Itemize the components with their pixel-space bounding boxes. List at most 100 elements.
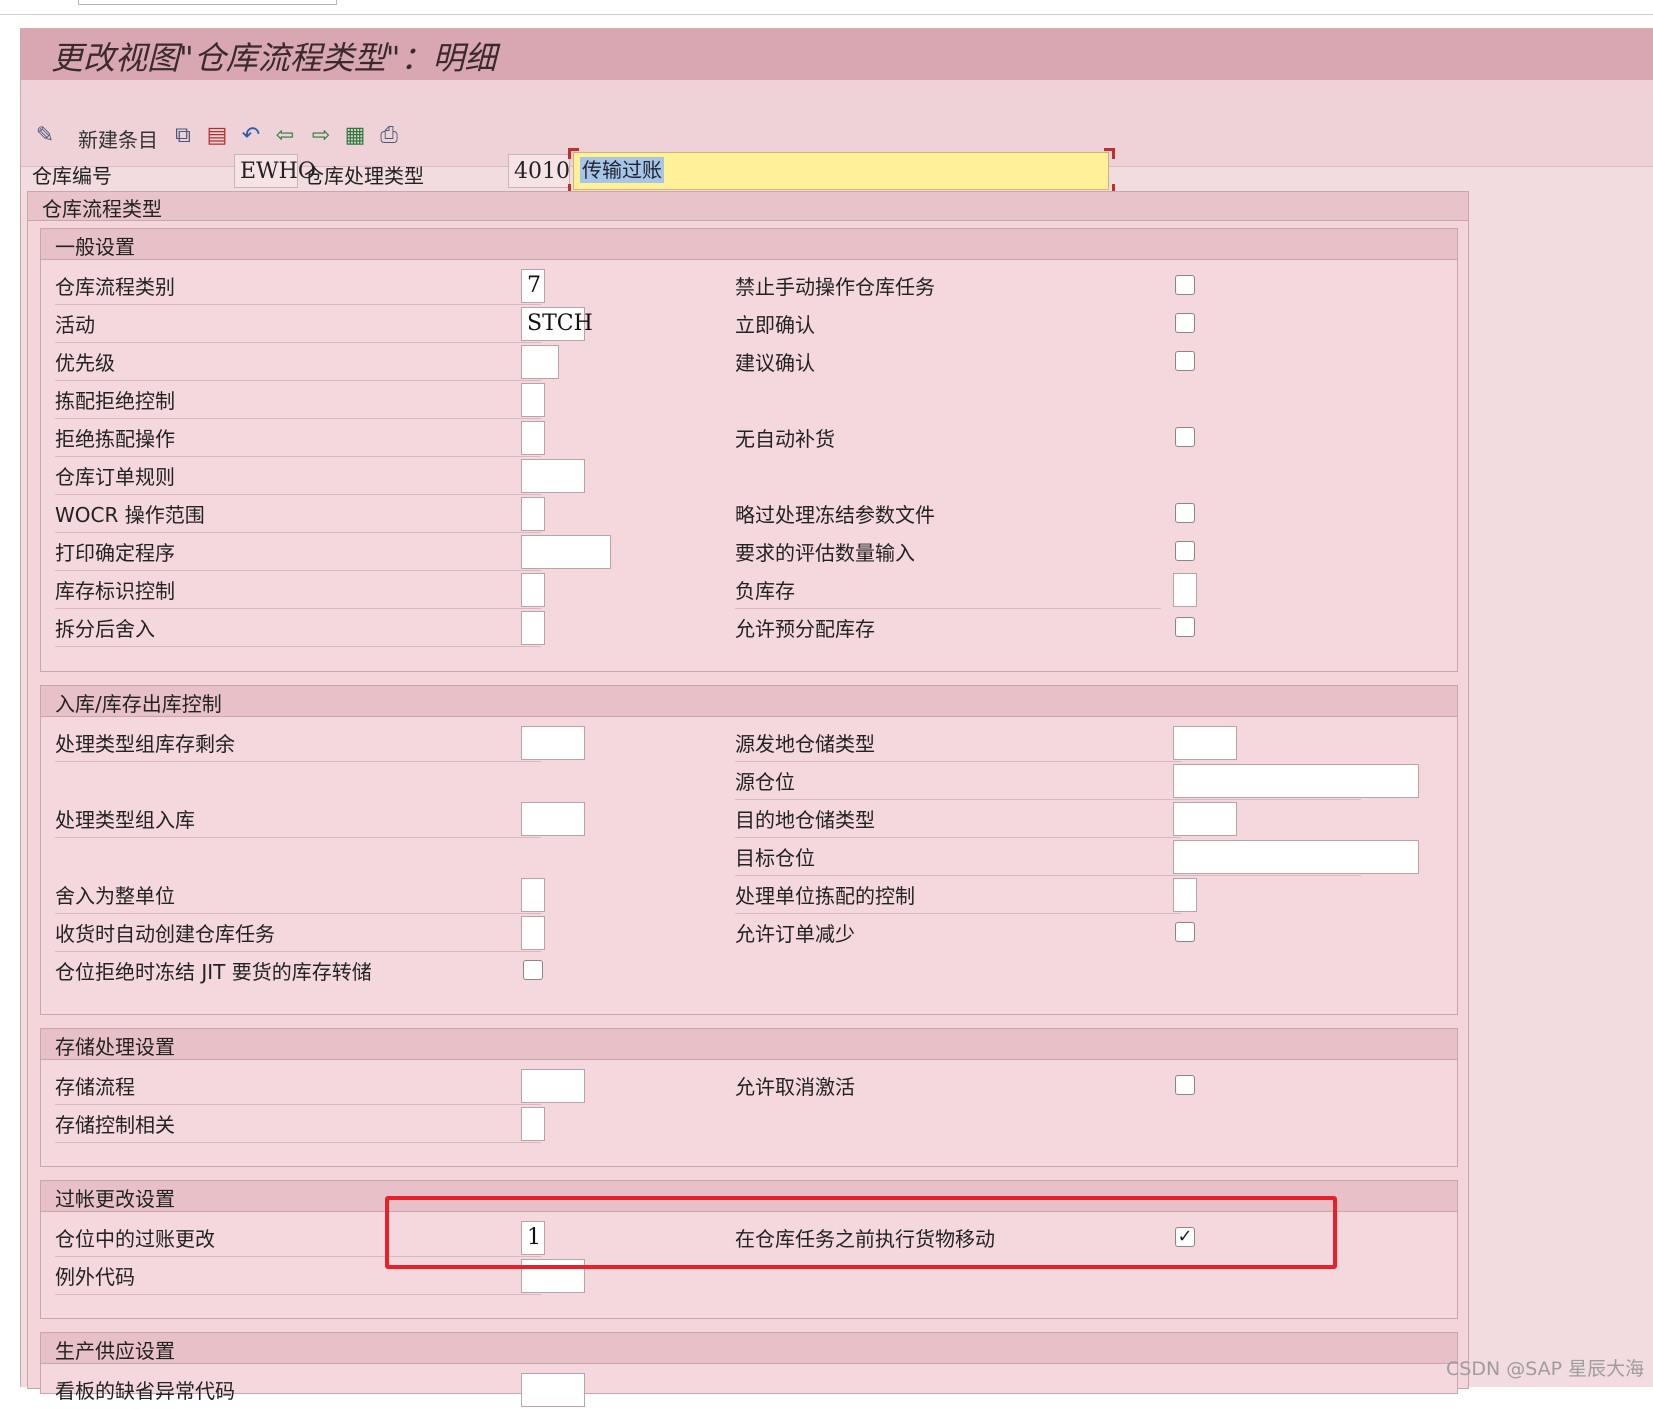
print-icon[interactable]: ⎙ (375, 122, 403, 150)
field-row: 负库存 (721, 571, 1197, 609)
field-row: 略过处理冻结参数文件 (721, 495, 1195, 533)
auto-create-wt-gr-input[interactable] (521, 916, 545, 950)
jit-block-checkbox[interactable] (523, 960, 543, 980)
field-row: 舍入为整单位 (41, 876, 545, 914)
field-label: 源仓位 (735, 770, 795, 794)
field-label: 立即确认 (735, 313, 815, 337)
pick-denial-action-input[interactable] (521, 421, 545, 455)
field-row: 禁止手动操作仓库任务 (721, 267, 1195, 305)
field-row: 目的地仓储类型 (721, 800, 1361, 838)
no-auto-replenish-checkbox[interactable] (1175, 427, 1195, 447)
field-row: 仓位拒绝时冻结 JIT 要货的库存转储 (41, 952, 543, 990)
field-label: 打印确定程序 (55, 541, 175, 565)
warehouse-number-field[interactable]: EWHO (234, 154, 316, 188)
watermark: CSDN @SAP 星辰大海 (1446, 1358, 1645, 1380)
previous-entry-icon[interactable]: ⇦ (271, 122, 299, 150)
field-row: 要求的评估数量输入 (721, 533, 1195, 571)
dest-storage-type-input[interactable] (1173, 802, 1237, 836)
ptg-putaway-input[interactable] (521, 802, 585, 836)
preallocated-stock-checkbox[interactable] (1175, 617, 1195, 637)
field-label: 仓位中的过账更改 (55, 1227, 215, 1251)
field-label: 拣配拒绝控制 (55, 389, 175, 413)
rounding-after-split-input[interactable] (521, 611, 545, 645)
dest-bin-input[interactable] (1173, 840, 1419, 874)
storage-control-relevant-input[interactable] (521, 1107, 545, 1141)
edit-pencil-icon[interactable]: ✎ (31, 122, 59, 150)
hu-picking-control-input[interactable] (1173, 878, 1197, 912)
field-label: 优先级 (55, 351, 115, 375)
description-field[interactable]: 传输过账 (573, 152, 1109, 190)
process-type-field[interactable]: 4010 (508, 154, 570, 188)
group-production-supply: 生产供应设置 看板的缺省异常代码 (40, 1332, 1458, 1407)
warehouse-order-rule-input[interactable] (521, 459, 585, 493)
process-type-label: 仓库处理类型 (304, 164, 424, 188)
field-row: 源仓位 (721, 762, 1419, 800)
wocr-activity-area-input[interactable] (521, 497, 545, 531)
field-row: 活动 STCH (41, 305, 593, 343)
field-row: 无自动补货 (721, 419, 1195, 457)
field-label: 允许预分配库存 (735, 617, 875, 641)
print-determination-input[interactable] (521, 535, 611, 569)
field-label: 要求的评估数量输入 (735, 541, 915, 565)
field-label: 拒绝拣配操作 (55, 427, 175, 451)
field-label: 处理单位拣配的控制 (735, 884, 915, 908)
process-category-input[interactable]: 7 (521, 269, 545, 303)
description-text: 传输过账 (580, 157, 664, 183)
activity-input[interactable]: STCH (521, 307, 593, 341)
negative-stock-input[interactable] (1173, 573, 1197, 607)
valuation-qty-checkbox[interactable] (1175, 541, 1195, 561)
annotation-highlight-box (385, 1196, 1337, 1269)
immediate-confirm-checkbox[interactable] (1175, 313, 1195, 333)
propose-confirm-checkbox[interactable] (1175, 351, 1195, 371)
field-label: 处理类型组入库 (55, 808, 195, 832)
field-label: WOCR 操作范围 (55, 503, 205, 527)
round-whole-units-input[interactable] (521, 878, 545, 912)
group-header: 入库/库存出库控制 (41, 686, 1457, 717)
copy-icon[interactable]: ⧉ (169, 122, 197, 150)
source-bin-input[interactable] (1173, 764, 1419, 798)
field-label: 库存标识控制 (55, 579, 175, 603)
field-label: 拆分后舍入 (55, 617, 155, 641)
no-manual-wt-checkbox[interactable] (1175, 275, 1195, 295)
warehouse-number-label: 仓库编号 (32, 164, 112, 188)
priority-input[interactable] (521, 345, 559, 379)
new-entries-button[interactable]: 新建条目 (78, 124, 158, 153)
next-entry-icon[interactable]: ⇨ (307, 122, 335, 150)
group-general: 一般设置 仓库流程类别 7 活动 STCH 优先级 拣配拒绝控制 拒绝拣配操作 仓库… (40, 228, 1458, 672)
field-row: 收货时自动创建仓库任务 (41, 914, 545, 952)
field-row: 立即确认 (721, 305, 1195, 343)
field-row: 仓库订单规则 (41, 457, 585, 495)
stock-id-control-input[interactable] (521, 573, 545, 607)
container-title: 仓库流程类型 (42, 197, 162, 221)
pick-denial-control-input[interactable] (521, 383, 545, 417)
field-row: 看板的缺省异常代码 (41, 1371, 585, 1409)
field-label: 处理类型组库存剩余 (55, 732, 235, 756)
group-header: 生产供应设置 (41, 1333, 1457, 1364)
field-row: 拆分后舍入 (41, 609, 545, 647)
order-reduction-checkbox[interactable] (1175, 922, 1195, 942)
field-label: 允许订单减少 (735, 922, 855, 946)
kanban-exception-code-input[interactable] (521, 1373, 585, 1407)
field-row: 拣配拒绝控制 (41, 381, 545, 419)
source-storage-type-input[interactable] (1173, 726, 1237, 760)
field-label: 存储控制相关 (55, 1113, 175, 1137)
page-title: 更改视图"仓库流程类型"：明细 (51, 39, 497, 77)
storage-process-input[interactable] (521, 1069, 585, 1103)
group-inbound-outbound: 入库/库存出库控制 处理类型组库存剩余 处理类型组入库 舍入为整单位 收货时自动… (40, 685, 1458, 1015)
skip-block-profile-checkbox[interactable] (1175, 503, 1195, 523)
field-row: 打印确定程序 (41, 533, 611, 571)
field-label: 仓库订单规则 (55, 465, 175, 489)
select-all-icon[interactable]: ▦ (341, 122, 369, 150)
group-header: 一般设置 (41, 229, 1457, 260)
focus-corner (1104, 148, 1115, 159)
field-row: 仓库流程类别 7 (41, 267, 545, 305)
field-row: 处理类型组库存剩余 (41, 724, 585, 762)
group-title: 生产供应设置 (55, 1339, 175, 1363)
delete-icon[interactable]: ▤ (203, 122, 231, 150)
top-tab[interactable] (78, 0, 337, 5)
undo-icon[interactable]: ↶ (237, 122, 265, 150)
group-title: 过帐更改设置 (55, 1187, 175, 1211)
allow-deactivation-checkbox[interactable] (1175, 1075, 1195, 1095)
group-header: 存储处理设置 (41, 1029, 1457, 1060)
ptg-stock-removal-input[interactable] (521, 726, 585, 760)
